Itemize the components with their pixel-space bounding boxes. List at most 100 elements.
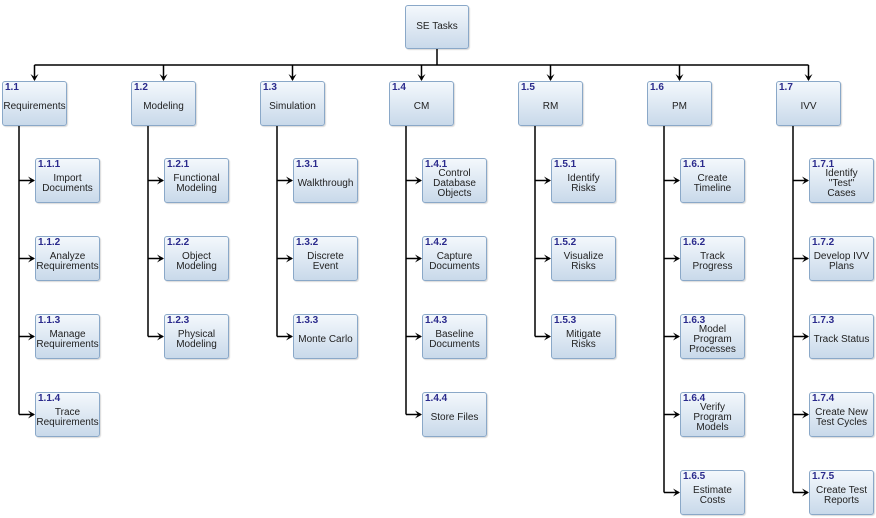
task-node[interactable]: 1.4.2 Capture Documents — [422, 236, 487, 281]
task-node[interactable]: 1.1.4 Trace Requirements — [35, 392, 100, 437]
task-node[interactable]: 1.3.1 Walkthrough — [293, 158, 358, 203]
node-label: Visualize Risks — [563, 250, 604, 272]
task-node[interactable]: 1.7.1 Identify "Test" Cases — [809, 158, 874, 203]
node-label: Create New Test Cycles — [815, 406, 868, 428]
node-label: Mitigate Risks — [565, 328, 601, 350]
node-id: 1.3.3 — [296, 315, 319, 326]
node-id: 1.5.1 — [554, 159, 577, 170]
node-id: 1.6.3 — [683, 315, 706, 326]
branch-node[interactable]: 1.3 Simulation — [260, 81, 325, 126]
node-id: 1.3.2 — [296, 237, 319, 248]
task-node[interactable]: 1.2.3 Physical Modeling — [164, 314, 229, 359]
node-id: 1.6.4 — [683, 393, 706, 404]
node-label: PM — [672, 100, 687, 112]
node-id: 1.2 — [134, 82, 148, 93]
node-id: 1.6 — [650, 82, 664, 93]
node-label: Walkthrough — [297, 177, 354, 189]
node-label: Estimate Costs — [693, 484, 732, 506]
node-id: 1.1.1 — [38, 159, 61, 170]
branch-node[interactable]: 1.1 Requirements — [2, 81, 67, 126]
branch-node[interactable]: 1.7 IVV — [776, 81, 841, 126]
node-id: 1.1 — [5, 82, 19, 93]
task-node[interactable]: 1.6.4 Verify Program Models — [680, 392, 745, 437]
task-node[interactable]: 1.6.3 Model Program Processes — [680, 314, 745, 359]
node-id: 1.7.5 — [812, 471, 835, 482]
task-node[interactable]: 1.7.2 Develop IVV Plans — [809, 236, 874, 281]
task-node[interactable]: 1.3.3 Monte Carlo — [293, 314, 358, 359]
task-node[interactable]: 1.7.4 Create New Test Cycles — [809, 392, 874, 437]
node-id: 1.6.2 — [683, 237, 706, 248]
task-node[interactable]: 1.1.2 Analyze Requirements — [35, 236, 100, 281]
node-label: CM — [413, 100, 430, 112]
node-label: Capture Documents — [429, 250, 480, 272]
task-node[interactable]: 1.6.1 Create Timeline — [680, 158, 745, 203]
node-id: 1.7.4 — [812, 393, 835, 404]
task-node[interactable]: 1.4.3 Baseline Documents — [422, 314, 487, 359]
wbs-diagram: SE Tasks 1.1 Requirements 1.1.1 Import Docu… — [0, 0, 876, 518]
node-label: Store Files — [430, 411, 479, 423]
branch-node[interactable]: 1.2 Modeling — [131, 81, 196, 126]
node-id: 1.4.4 — [425, 393, 448, 404]
node-id: 1.2.3 — [167, 315, 190, 326]
node-id: 1.4.2 — [425, 237, 448, 248]
node-id: 1.1.3 — [38, 315, 61, 326]
node-id: 1.1.4 — [38, 393, 61, 404]
node-label: Object Modeling — [176, 250, 217, 272]
task-node[interactable]: 1.7.5 Create Test Reports — [809, 470, 874, 515]
node-id: 1.5.3 — [554, 315, 577, 326]
task-node[interactable]: 1.5.1 Identify Risks — [551, 158, 616, 203]
task-node[interactable]: 1.3.2 Discrete Event — [293, 236, 358, 281]
node-id: 1.3.1 — [296, 159, 319, 170]
node-label: Baseline Documents — [429, 328, 480, 350]
node-label: Simulation — [269, 100, 316, 112]
node-id: 1.7.3 — [812, 315, 835, 326]
node-id: 1.4.3 — [425, 315, 448, 326]
node-label: Discrete Event — [307, 250, 344, 272]
node-label: Develop IVV Plans — [813, 250, 870, 272]
node-label: Monte Carlo — [298, 333, 353, 345]
node-label: RM — [542, 100, 559, 112]
node-id: 1.5.2 — [554, 237, 577, 248]
node-label: Import Documents — [42, 172, 93, 194]
node-id: 1.4 — [392, 82, 406, 93]
node-label: Track Progress — [692, 250, 733, 272]
node-label: Physical Modeling — [176, 328, 217, 350]
task-node[interactable]: 1.5.2 Visualize Risks — [551, 236, 616, 281]
task-node[interactable]: 1.4.4 Store Files — [422, 392, 487, 437]
root-node[interactable]: SE Tasks — [405, 5, 469, 49]
node-label: Identify Risks — [567, 172, 600, 194]
node-id: 1.4.1 — [425, 159, 448, 170]
node-label: Requirements — [3, 100, 66, 112]
node-id: 1.2.1 — [167, 159, 190, 170]
node-label: Analyze Requirements — [36, 250, 99, 272]
task-node[interactable]: 1.4.1 Control Database Objects — [422, 158, 487, 203]
branch-node[interactable]: 1.4 CM — [389, 81, 454, 126]
task-node[interactable]: 1.5.3 Mitigate Risks — [551, 314, 616, 359]
node-id: 1.1.2 — [38, 237, 61, 248]
root-label: SE Tasks — [416, 21, 458, 32]
branch-node[interactable]: 1.5 RM — [518, 81, 583, 126]
node-id: 1.7.1 — [812, 159, 835, 170]
node-id: 1.3 — [263, 82, 277, 93]
task-node[interactable]: 1.1.3 Manage Requirements — [35, 314, 100, 359]
node-id: 1.5 — [521, 82, 535, 93]
task-node[interactable]: 1.1.1 Import Documents — [35, 158, 100, 203]
node-label: IVV — [800, 100, 817, 112]
node-id: 1.6.5 — [683, 471, 706, 482]
task-node[interactable]: 1.2.1 Functional Modeling — [164, 158, 229, 203]
node-label: Create Timeline — [693, 172, 732, 194]
node-id: 1.2.2 — [167, 237, 190, 248]
node-id: 1.7.2 — [812, 237, 835, 248]
node-label: Modeling — [143, 100, 184, 112]
task-node[interactable]: 1.6.5 Estimate Costs — [680, 470, 745, 515]
node-label: Functional Modeling — [173, 172, 220, 194]
node-label: Trace Requirements — [36, 406, 99, 428]
node-id: 1.6.1 — [683, 159, 706, 170]
task-node[interactable]: 1.6.2 Track Progress — [680, 236, 745, 281]
node-label: Manage Requirements — [36, 328, 99, 350]
task-node[interactable]: 1.2.2 Object Modeling — [164, 236, 229, 281]
task-node[interactable]: 1.7.3 Track Status — [809, 314, 874, 359]
node-label: Track Status — [813, 333, 870, 345]
branch-node[interactable]: 1.6 PM — [647, 81, 712, 126]
node-label: Create Test Reports — [816, 484, 867, 506]
